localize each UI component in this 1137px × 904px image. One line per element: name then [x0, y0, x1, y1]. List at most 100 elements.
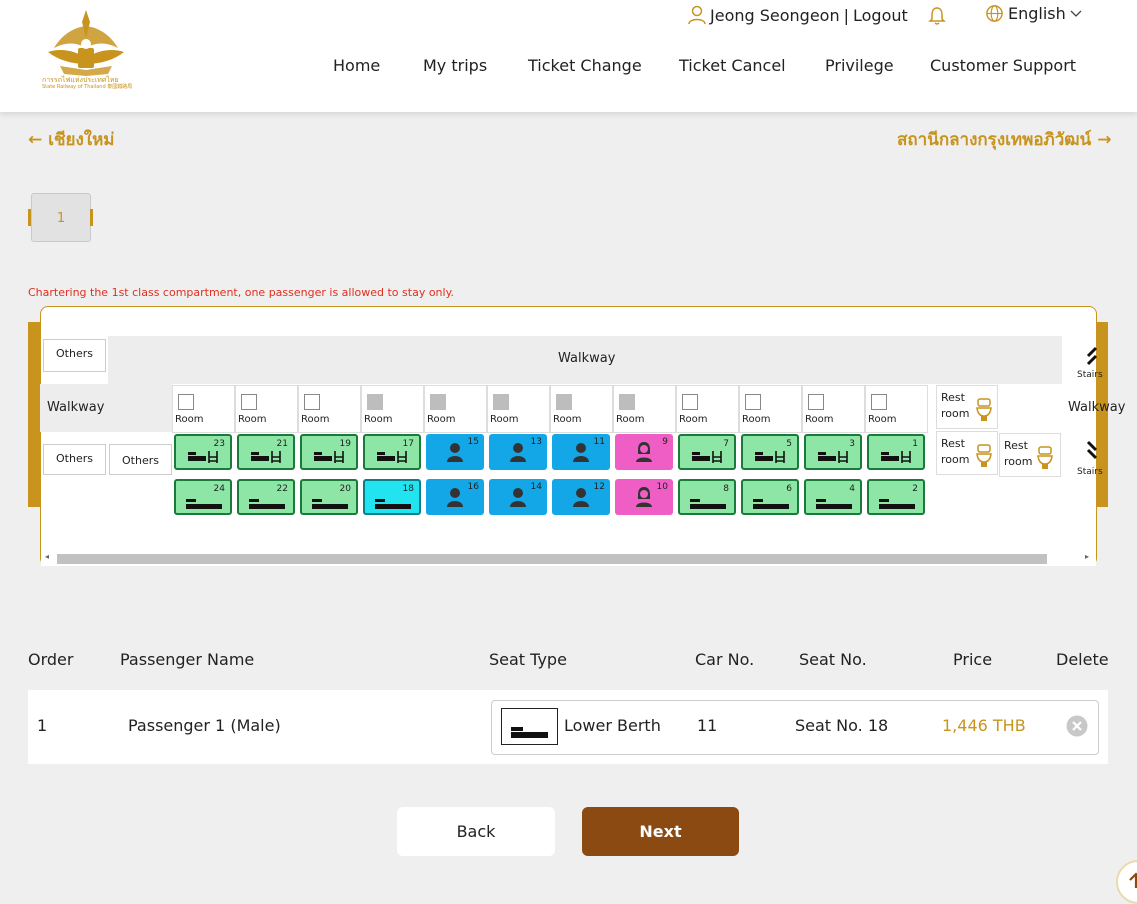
back-button[interactable]: Back — [397, 807, 555, 856]
room-cell[interactable]: Room — [235, 385, 298, 433]
seat-number: 13 — [530, 437, 542, 447]
seat-15[interactable]: 15 — [426, 434, 484, 470]
seat-number: 12 — [593, 482, 605, 492]
seat-number: 6 — [786, 484, 792, 494]
logout-link[interactable]: Logout — [853, 6, 908, 25]
room-cell[interactable]: Room — [298, 385, 361, 433]
row-car-no: 11 — [697, 716, 718, 735]
others-box-bottom-left: Others — [43, 444, 106, 475]
room-checkbox[interactable] — [682, 394, 698, 410]
room-cell[interactable]: Room — [361, 385, 424, 433]
route-destination[interactable]: สถานีกลางกรุงเทพอภิวัฒน์ → — [897, 126, 1111, 153]
male-passenger-icon — [573, 443, 589, 462]
seat-8[interactable]: 8 — [678, 479, 736, 515]
room-checkbox[interactable] — [619, 394, 635, 410]
seat-3[interactable]: 3 — [804, 434, 862, 470]
seat-2[interactable]: 2 — [867, 479, 925, 515]
room-label: Room — [301, 414, 330, 425]
room-checkbox[interactable] — [304, 394, 320, 410]
header-passenger-name: Passenger Name — [120, 650, 255, 669]
next-button[interactable]: Next — [582, 807, 739, 856]
seat-number: 2 — [912, 484, 918, 494]
room-checkbox[interactable] — [367, 394, 383, 410]
user-menu: Jeong Seongeon | Logout — [688, 5, 908, 25]
seat-6[interactable]: 6 — [741, 479, 799, 515]
scrollbar-thumb[interactable] — [57, 554, 1047, 564]
seat-16[interactable]: 16 — [426, 479, 484, 515]
bell-icon[interactable] — [928, 6, 946, 26]
nav-ticket-change[interactable]: Ticket Change — [528, 56, 642, 75]
seat-map-scrollbar[interactable]: ◂ ▸ — [41, 550, 1096, 566]
nav-ticket-cancel[interactable]: Ticket Cancel — [679, 56, 786, 75]
seat-7[interactable]: 7 — [678, 434, 736, 470]
room-checkbox[interactable] — [241, 394, 257, 410]
room-label: Room — [679, 414, 708, 425]
seat-13[interactable]: 13 — [489, 434, 547, 470]
delete-icon[interactable] — [1066, 715, 1088, 737]
arrow-up-icon — [1129, 872, 1137, 888]
lower-berth-icon — [375, 499, 411, 509]
car-page-button[interactable]: 1 — [31, 193, 91, 242]
seat-number: 16 — [467, 482, 479, 492]
seat-18[interactable]: 18 — [363, 479, 421, 515]
seat-5[interactable]: 5 — [741, 434, 799, 470]
room-cell[interactable]: Room — [172, 385, 235, 433]
seat-23[interactable]: 23 — [174, 434, 232, 470]
seat-1[interactable]: 1 — [867, 434, 925, 470]
restroom-label: Rest room — [941, 437, 970, 466]
seat-24[interactable]: 24 — [174, 479, 232, 515]
restroom-1: Rest room — [936, 385, 998, 429]
room-checkbox[interactable] — [871, 394, 887, 410]
room-cell[interactable]: Room — [865, 385, 928, 433]
scroll-left-icon[interactable]: ◂ — [45, 552, 49, 561]
seat-number: 21 — [276, 439, 288, 449]
room-checkbox[interactable] — [745, 394, 761, 410]
male-passenger-icon — [510, 488, 526, 507]
room-cell[interactable]: Room — [802, 385, 865, 433]
seat-number: 8 — [723, 484, 729, 494]
seat-20[interactable]: 20 — [300, 479, 358, 515]
seat-9[interactable]: 9 — [615, 434, 673, 470]
seat-12[interactable]: 12 — [552, 479, 610, 515]
language-selector[interactable]: English — [985, 4, 1082, 23]
car-edge-left — [28, 322, 40, 507]
seat-4[interactable]: 4 — [804, 479, 862, 515]
seat-10[interactable]: 10 — [615, 479, 673, 515]
nav-home[interactable]: Home — [333, 56, 380, 75]
room-checkbox[interactable] — [808, 394, 824, 410]
lower-berth-icon — [312, 499, 348, 509]
scroll-to-top-button[interactable] — [1116, 860, 1137, 904]
room-label: Room — [553, 414, 582, 425]
nav-customer-support[interactable]: Customer Support — [930, 56, 1076, 75]
seat-11[interactable]: 11 — [552, 434, 610, 470]
room-cell[interactable]: Room — [676, 385, 739, 433]
restroom-label: Rest room — [941, 391, 970, 420]
route-origin[interactable]: ← เชียงใหม่ — [28, 126, 115, 153]
seat-number: 5 — [786, 439, 792, 449]
room-checkbox[interactable] — [493, 394, 509, 410]
room-cell[interactable]: Room — [739, 385, 802, 433]
toilet-icon — [976, 398, 992, 421]
header-car-no: Car No. — [695, 650, 755, 669]
room-checkbox[interactable] — [556, 394, 572, 410]
upper-berth-icon — [881, 451, 911, 463]
lower-berth-icon — [501, 708, 558, 745]
scroll-right-icon[interactable]: ▸ — [1085, 552, 1089, 561]
stairs-label-top: Stairs — [1077, 370, 1103, 380]
user-name[interactable]: Jeong Seongeon — [710, 6, 840, 25]
male-passenger-icon — [447, 488, 463, 507]
seat-19[interactable]: 19 — [300, 434, 358, 470]
room-cell[interactable]: Room — [424, 385, 487, 433]
room-checkbox[interactable] — [430, 394, 446, 410]
room-cell[interactable]: Room — [487, 385, 550, 433]
seat-17[interactable]: 17 — [363, 434, 421, 470]
seat-22[interactable]: 22 — [237, 479, 295, 515]
room-cell[interactable]: Room — [550, 385, 613, 433]
walkway-label-left: Walkway — [47, 400, 105, 415]
room-cell[interactable]: Room — [613, 385, 676, 433]
nav-my-trips[interactable]: My trips — [423, 56, 487, 75]
seat-14[interactable]: 14 — [489, 479, 547, 515]
room-checkbox[interactable] — [178, 394, 194, 410]
nav-privilege[interactable]: Privilege — [825, 56, 894, 75]
seat-21[interactable]: 21 — [237, 434, 295, 470]
